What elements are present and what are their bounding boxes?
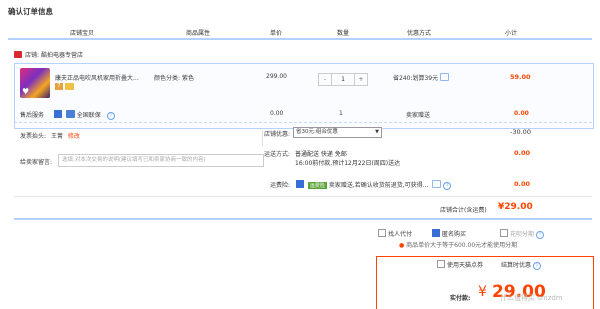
chevron-down-icon: ▼: [375, 129, 379, 135]
attr-label: 颜色分类:: [154, 75, 181, 82]
shop-discount-amount: -30.00: [510, 128, 531, 136]
divider: [262, 128, 263, 146]
insurance-tag: 运费险: [307, 182, 327, 189]
shipping-line2: 16:00前付款,预计12月22日(周四)送达: [295, 160, 401, 167]
discount-text: 省240:划算39元: [393, 73, 450, 82]
huabei-label: 花呗分期: [510, 231, 535, 238]
warranty-icon: [65, 110, 75, 118]
insurance-amount: 0.00: [514, 180, 531, 188]
divider: [14, 218, 592, 220]
insurance-description: 卖家赠送,若确认收货前退货,可获得...: [328, 182, 429, 189]
anonymous-checkbox[interactable]: [432, 229, 440, 237]
proxy-pay-checkbox[interactable]: [378, 229, 386, 237]
shipping-line1: 普通配送 快递 免邮: [295, 151, 347, 158]
column-header: 小计: [505, 30, 518, 37]
shop-discount-selected: 省30元:组合优惠: [296, 129, 338, 135]
aftersale-subtotal: 0.00: [514, 110, 529, 117]
insurance-row: 运费险: 运费险 卖家赠送,若确认收货前退货,可获得... ?: [270, 180, 452, 190]
insurance-label: 运费险:: [270, 182, 291, 189]
aftersale-label: 售后服务: [20, 112, 45, 119]
divider: [14, 196, 592, 197]
quantity-stepper: - 1 +: [318, 73, 368, 86]
page-title: 确认订单信息: [8, 7, 53, 16]
location-icon: ●: [399, 242, 405, 249]
insurance-checkbox[interactable]: [295, 180, 304, 188]
info-icon[interactable]: [440, 73, 450, 81]
shop-total-label: 店铺合计(含运费): [440, 207, 487, 214]
help-icon[interactable]: ?: [106, 112, 115, 120]
shop-name-link[interactable]: 酷拍电器专营店: [41, 52, 83, 59]
heart-icon: ♥: [22, 87, 30, 96]
invoice-value: 王菁: [50, 133, 63, 140]
qty-input[interactable]: 1: [331, 74, 355, 85]
shop-line: 店铺: 酷拍电器专营店: [14, 50, 83, 59]
shop-label: 店铺:: [25, 52, 40, 59]
column-header: 店铺宝贝: [70, 30, 95, 37]
shipping-amount: 0.00: [514, 149, 531, 157]
guarantee-icon: [65, 83, 74, 90]
product-attribute: 颜色分类: 紫色: [154, 73, 194, 82]
table-header: 店铺宝贝 商品属性 单价 数量 优惠方式 小计: [8, 24, 592, 40]
proxy-pay-option[interactable]: 找人代付: [378, 229, 412, 238]
item-subtotal: 59.00: [510, 73, 531, 81]
shop-total-amount: ¥29.00: [498, 202, 533, 212]
product-title-link[interactable]: 康夫正品电吹风机家用折叠大...: [55, 73, 139, 82]
message-input[interactable]: 选填:对本次交易的说明(建议填写已和卖家协商一致的内容): [58, 154, 264, 167]
watermark: 什么值得买 smzdm: [500, 294, 563, 302]
aftersale-price: 0.00: [270, 110, 284, 117]
aftersale-checkbox[interactable]: [53, 110, 62, 118]
message-label: 给卖家留言:: [20, 159, 53, 166]
shipping-label: 运送方式:: [264, 151, 291, 158]
aftersale-row: 售后服务 全国联保 ?: [20, 110, 115, 120]
discount-label: 省240:划算39元: [393, 75, 439, 82]
installment-notice-text: 商品单价大于等于600.00元才能使用分期: [406, 242, 518, 249]
anonymous-label: 匿名购买: [442, 231, 467, 238]
proxy-pay-label: 找人代付: [388, 231, 413, 238]
qty-plus-button[interactable]: +: [355, 74, 367, 85]
shop-discount-label: 店铺优惠:: [264, 131, 291, 138]
anonymous-option[interactable]: 匿名购买: [432, 229, 466, 238]
invoice-edit-link[interactable]: 修改: [68, 133, 80, 140]
divider: [14, 122, 592, 123]
aftersale-qty: 1: [339, 110, 343, 117]
unit-price: 299.00: [266, 73, 287, 80]
attr-value: 紫色: [181, 75, 194, 82]
huabei-checkbox[interactable]: [500, 229, 508, 237]
column-header: 优惠方式: [407, 30, 432, 37]
column-header: 单价: [270, 30, 283, 37]
qty-minus-button[interactable]: -: [319, 74, 331, 85]
column-header: 商品属性: [186, 30, 211, 37]
product-thumbnail[interactable]: ♥: [20, 68, 50, 98]
shop-discount-select[interactable]: 省30元:组合优惠 ▼: [293, 127, 382, 138]
shop-icon: [14, 51, 22, 58]
final-label: 实付款:: [450, 295, 471, 302]
help-icon[interactable]: ?: [443, 182, 452, 190]
aftersale-service: 全国联保: [76, 112, 101, 119]
help-icon[interactable]: ?: [535, 231, 544, 239]
invoice-label: 发票抬头:: [20, 133, 47, 140]
seven-day-return-icon: 7: [55, 83, 63, 90]
final-currency: ¥: [478, 284, 487, 300]
invoice-row: 发票抬头: 王菁 修改: [20, 131, 80, 140]
huabei-option[interactable]: 花呗分期 ?: [500, 229, 544, 239]
column-header: 数量: [337, 30, 350, 37]
installment-notice: ● 商品单价大于等于600.00元才能使用分期: [399, 240, 517, 249]
info-icon[interactable]: [432, 180, 442, 188]
aftersale-method: 卖家赠送: [406, 112, 431, 119]
